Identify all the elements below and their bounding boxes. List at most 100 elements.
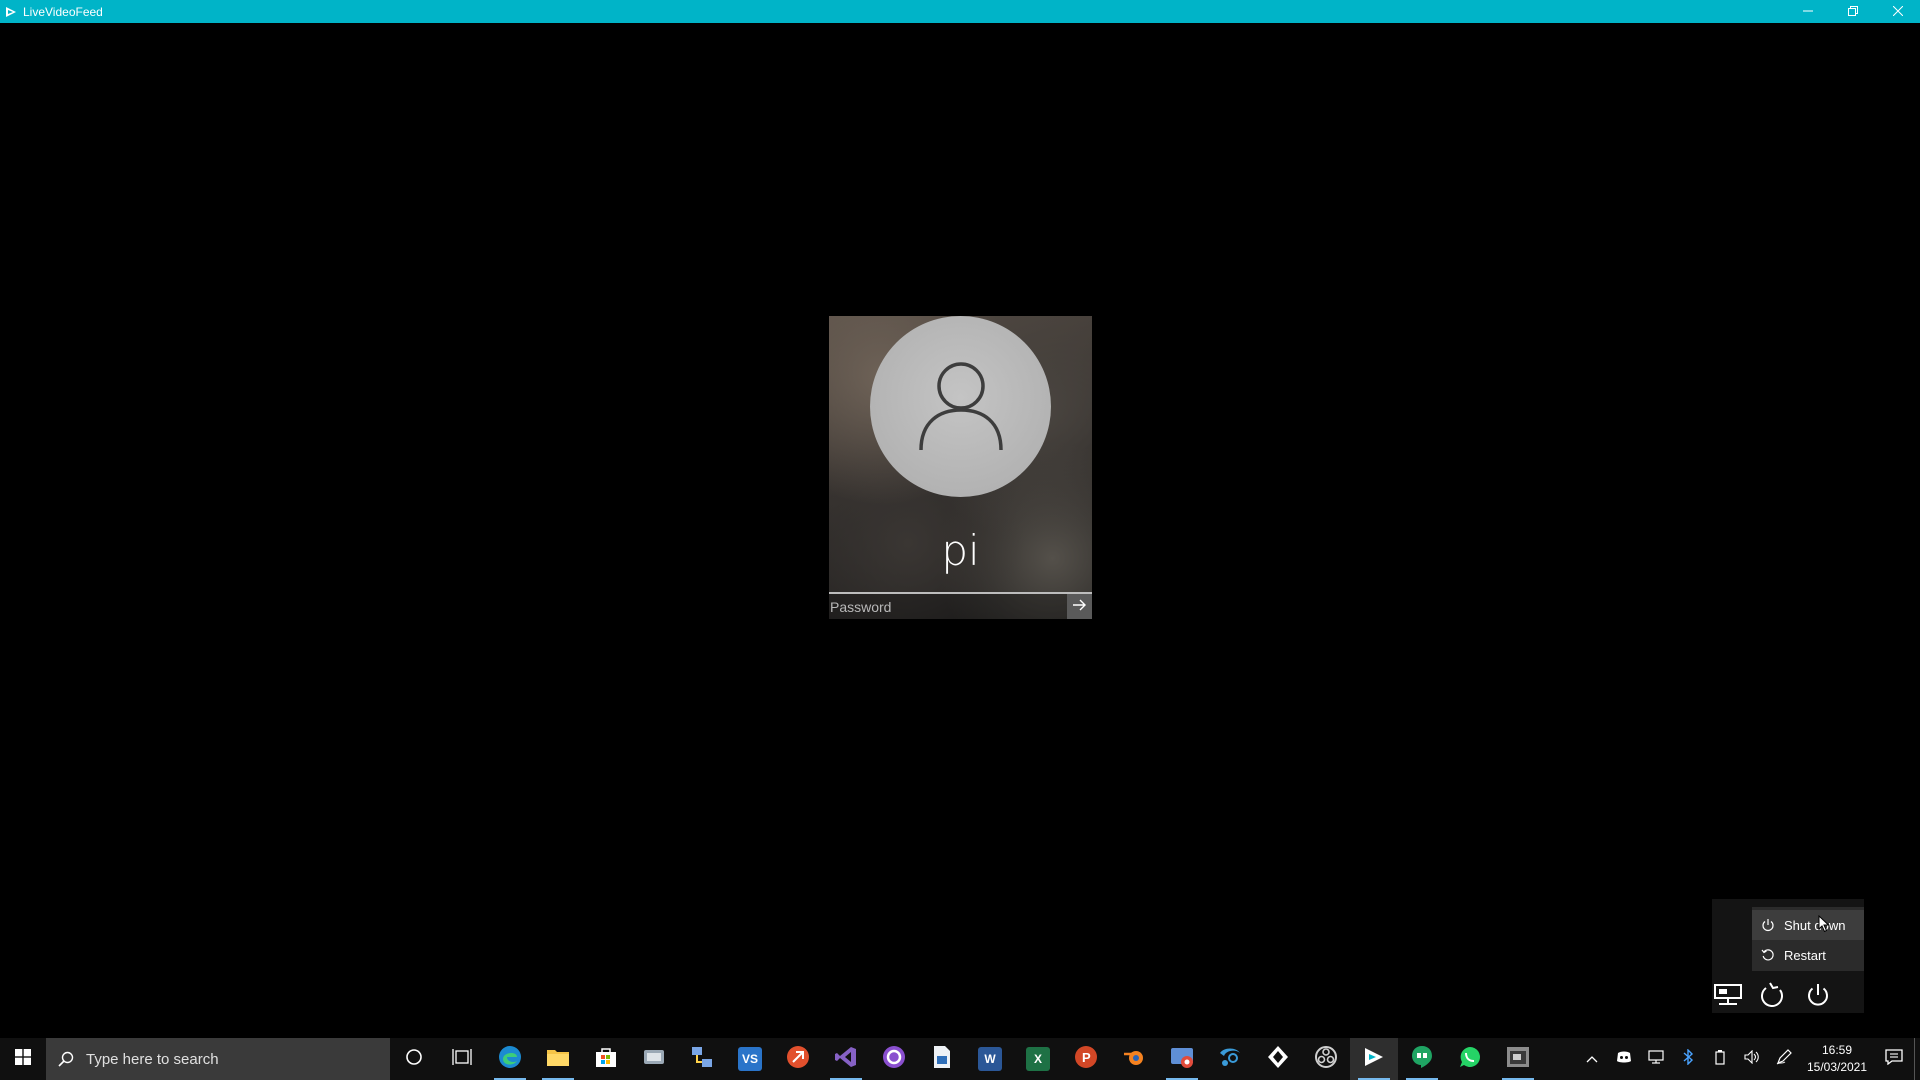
minimize-button[interactable] [1785, 0, 1830, 23]
livevideofeed-icon [1362, 1045, 1386, 1074]
taskbar-livevideofeed[interactable] [1350, 1038, 1398, 1080]
bluetooth-icon [1682, 1047, 1694, 1070]
git-app-icon [786, 1045, 810, 1074]
pen-icon [1776, 1048, 1792, 1070]
submit-button[interactable] [1067, 594, 1092, 619]
password-field-container [829, 594, 1092, 619]
window-title: LiveVideoFeed [23, 4, 103, 19]
system-tray: 16:59 15/03/2021 [1576, 1038, 1920, 1080]
arrow-right-icon [1072, 598, 1087, 616]
search-icon [46, 1051, 86, 1067]
restart-icon [1761, 948, 1775, 962]
task-view-icon [452, 1048, 472, 1071]
taskbar-chrome-remote[interactable] [1158, 1038, 1206, 1080]
taskbar-app-generic[interactable] [630, 1038, 678, 1080]
power-button[interactable] [1800, 979, 1836, 1015]
show-desktop-button[interactable] [1914, 1038, 1920, 1080]
taskbar: VS W X P [0, 1038, 1920, 1080]
power-icon [1805, 982, 1831, 1013]
close-button[interactable] [1875, 0, 1920, 23]
obs-icon [1314, 1045, 1338, 1074]
start-button[interactable] [0, 1038, 46, 1080]
tray-volume[interactable] [1736, 1038, 1768, 1080]
taskbar-powerpoint[interactable]: P [1062, 1038, 1110, 1080]
window-titlebar[interactable]: LiveVideoFeed [0, 0, 1920, 23]
ease-of-access-icon [1758, 981, 1788, 1013]
ease-of-access-button[interactable] [1755, 979, 1791, 1015]
blender-icon [1122, 1045, 1146, 1074]
windows-icon [15, 1048, 31, 1070]
task-view-button[interactable] [438, 1038, 486, 1080]
search-input[interactable] [86, 1050, 366, 1068]
taskbar-hangouts[interactable] [1398, 1038, 1446, 1080]
tray-network[interactable] [1640, 1038, 1672, 1080]
taskbar-app-window[interactable] [1494, 1038, 1542, 1080]
network-app-icon [690, 1045, 714, 1074]
show-hidden-icons-button[interactable] [1576, 1038, 1608, 1080]
whatsapp-icon [1458, 1045, 1482, 1074]
app-icon [642, 1046, 666, 1073]
taskbar-visual-studio[interactable] [822, 1038, 870, 1080]
restart-label: Restart [1784, 947, 1826, 963]
taskbar-clock[interactable]: 16:59 15/03/2021 [1800, 1038, 1874, 1080]
clock-time: 16:59 [1821, 1043, 1853, 1057]
taskbar-excel[interactable]: X [1014, 1038, 1062, 1080]
github-desktop-icon [882, 1045, 906, 1074]
cortana-icon [405, 1048, 423, 1071]
mouse-cursor-icon [1818, 914, 1830, 933]
user-avatar [870, 316, 1051, 497]
shut-down-item[interactable]: Shut down [1752, 910, 1864, 940]
taskbar-whatsapp[interactable] [1446, 1038, 1494, 1080]
taskbar-file-explorer[interactable] [534, 1038, 582, 1080]
cortana-button[interactable] [390, 1038, 438, 1080]
taskbar-edge[interactable] [486, 1038, 534, 1080]
network-icon [1648, 1049, 1664, 1069]
discord-icon [1616, 1050, 1632, 1069]
taskbar-github-desktop[interactable] [870, 1038, 918, 1080]
password-input[interactable] [829, 594, 1067, 619]
unity-icon [1266, 1045, 1290, 1074]
hangouts-icon [1410, 1045, 1434, 1074]
excel-icon: X [1026, 1047, 1050, 1071]
app-window-icon [1506, 1046, 1530, 1073]
shut-down-label: Shut down [1784, 917, 1846, 933]
chevron-up-icon [1586, 1050, 1598, 1068]
restore-icon [1847, 3, 1858, 21]
taskbar-pdf-app[interactable] [918, 1038, 966, 1080]
vscode-icon: VS [738, 1047, 762, 1071]
pdf-app-icon [931, 1045, 953, 1074]
taskbar-unity[interactable] [1254, 1038, 1302, 1080]
battery-icon [1714, 1049, 1726, 1070]
tray-pen-workspace[interactable] [1768, 1038, 1800, 1080]
visual-studio-icon [834, 1045, 858, 1074]
taskbar-store[interactable] [582, 1038, 630, 1080]
minimize-icon [1802, 3, 1813, 21]
taskbar-obs[interactable] [1302, 1038, 1350, 1080]
tray-discord[interactable] [1608, 1038, 1640, 1080]
network-button[interactable] [1710, 979, 1746, 1015]
edge-icon [498, 1045, 522, 1074]
network-icon [1713, 983, 1743, 1012]
taskbar-word[interactable]: W [966, 1038, 1014, 1080]
taskbar-git-app[interactable] [774, 1038, 822, 1080]
tray-bluetooth[interactable] [1672, 1038, 1704, 1080]
username: pi [941, 526, 980, 575]
taskbar-blender[interactable] [1110, 1038, 1158, 1080]
tray-battery[interactable] [1704, 1038, 1736, 1080]
restore-button[interactable] [1830, 0, 1875, 23]
taskbar-steam[interactable] [1206, 1038, 1254, 1080]
chrome-remote-icon [1170, 1045, 1194, 1074]
taskbar-network-app[interactable] [678, 1038, 726, 1080]
action-center-button[interactable] [1874, 1038, 1914, 1080]
taskbar-vscode[interactable]: VS [726, 1038, 774, 1080]
word-icon: W [978, 1047, 1002, 1071]
taskbar-search[interactable] [46, 1038, 390, 1080]
powerpoint-icon: P [1074, 1045, 1098, 1074]
volume-icon [1744, 1049, 1760, 1069]
remote-video-feed[interactable]: pi Shut down Restart [0, 23, 1920, 1038]
app-icon [4, 5, 18, 19]
file-explorer-icon [546, 1047, 570, 1072]
restart-item[interactable]: Restart [1752, 940, 1864, 970]
user-icon [911, 354, 1011, 459]
power-menu: Shut down Restart [1752, 907, 1864, 971]
